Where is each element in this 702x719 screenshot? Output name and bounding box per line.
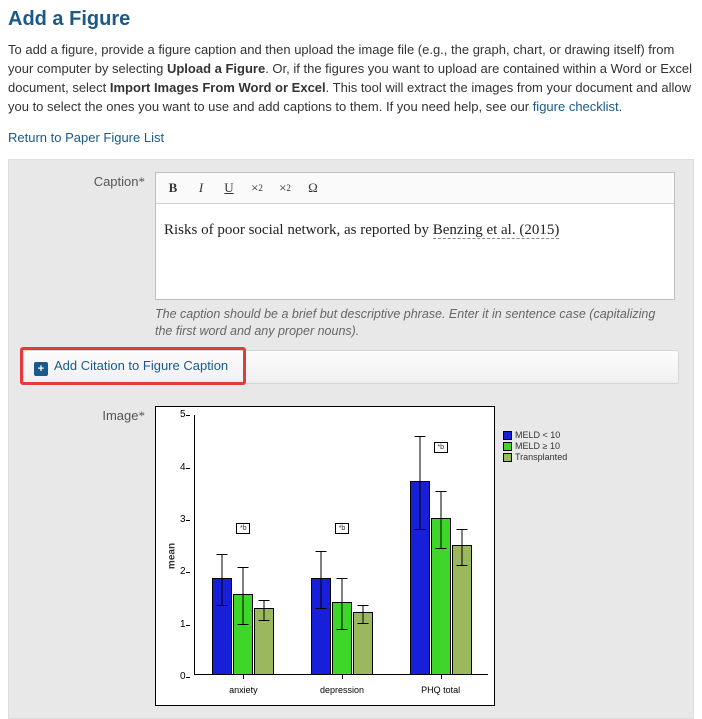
return-link[interactable]: Return to Paper Figure List [8,130,164,145]
x-tick: anxiety [229,685,258,695]
caption-label: Caption* [23,172,155,190]
legend-swatch [503,431,512,440]
legend-label: MELD < 10 [515,430,560,440]
bold-button[interactable]: B [160,175,186,201]
legend-label: MELD ≥ 10 [515,441,560,451]
x-tick: PHQ total [421,685,460,695]
x-tick-mark [441,675,442,679]
caption-field: Caption* B I U ×2 ×2 Ω Risks of poor soc… [23,172,679,340]
chart-frame: mean *b *b *b 0 1 2 3 4 5 anxiety depression PHQ t… [155,406,495,706]
error-bar [264,600,265,621]
error-bar [419,436,420,530]
caption-citation[interactable]: Benzing et al. (2015) [433,222,560,239]
error-bar [440,491,441,549]
page-title: Add a Figure [8,8,694,31]
plot-area: *b *b *b [194,415,488,675]
chart-wrap: mean *b *b *b 0 1 2 3 4 5 anxiety depression PHQ t… [155,406,655,706]
sig-marker: *b [236,523,250,534]
x-tick: depression [320,685,364,695]
error-bar [321,551,322,609]
italic-button[interactable]: I [188,175,214,201]
symbol-button[interactable]: Ω [300,175,326,201]
caption-input[interactable]: Risks of poor social network, as reporte… [156,204,674,299]
intro-part-4: . [619,99,623,114]
y-tick: 2 [180,566,186,577]
legend-swatch [503,442,512,451]
legend-swatch [503,453,512,462]
error-bar [243,567,244,625]
legend-item: Transplanted [503,452,567,462]
caption-hint: The caption should be a brief but descri… [155,306,675,340]
intro-bold-upload: Upload a Figure [167,61,265,76]
legend-item: MELD ≥ 10 [503,441,567,451]
subscript-glyph: × [279,180,286,196]
required-mark: * [139,174,146,189]
y-tick: 5 [180,409,186,420]
y-tick: 1 [180,619,186,630]
plus-icon: + [34,362,48,376]
superscript-glyph: × [251,180,258,196]
image-label-text: Image [102,408,138,423]
required-mark-image: * [139,408,146,423]
editor-toolbar: B I U ×2 ×2 Ω [156,173,674,204]
add-citation-label: Add Citation to Figure Caption [54,358,228,373]
superscript-button[interactable]: ×2 [244,175,270,201]
x-tick-mark [243,675,244,679]
y-tick: 4 [180,462,186,473]
y-tick: 0 [180,671,186,682]
x-tick-mark [342,675,343,679]
y-axis-label: mean [167,543,178,569]
citation-bar: + Add Citation to Figure Caption [23,350,679,384]
error-bar [461,529,462,566]
sig-marker: *b [335,523,349,534]
sig-marker: *b [434,442,448,453]
legend-item: MELD < 10 [503,430,567,440]
error-bar [363,605,364,624]
caption-label-text: Caption [94,174,139,189]
y-tick: 3 [180,514,186,525]
form-panel: Caption* B I U ×2 ×2 Ω Risks of poor soc… [8,159,694,719]
image-label: Image* [23,406,155,424]
subscript-button[interactable]: ×2 [272,175,298,201]
underline-button[interactable]: U [216,175,242,201]
figure-checklist-link[interactable]: figure checklist [533,99,619,114]
caption-text: Risks of poor social network, as reporte… [164,222,433,238]
error-bar [222,554,223,606]
legend-label: Transplanted [515,452,567,462]
intro-bold-import: Import Images From Word or Excel [110,80,326,95]
intro-text: To add a figure, provide a figure captio… [8,41,694,116]
error-bar [342,578,343,630]
legend: MELD < 10MELD ≥ 10Transplanted [503,430,567,463]
caption-editor: B I U ×2 ×2 Ω Risks of poor social netwo… [155,172,675,300]
add-citation-button[interactable]: + Add Citation to Figure Caption [24,351,238,383]
image-field: Image* mean *b *b *b 0 1 2 3 4 5 anxiety depressi… [23,406,679,706]
